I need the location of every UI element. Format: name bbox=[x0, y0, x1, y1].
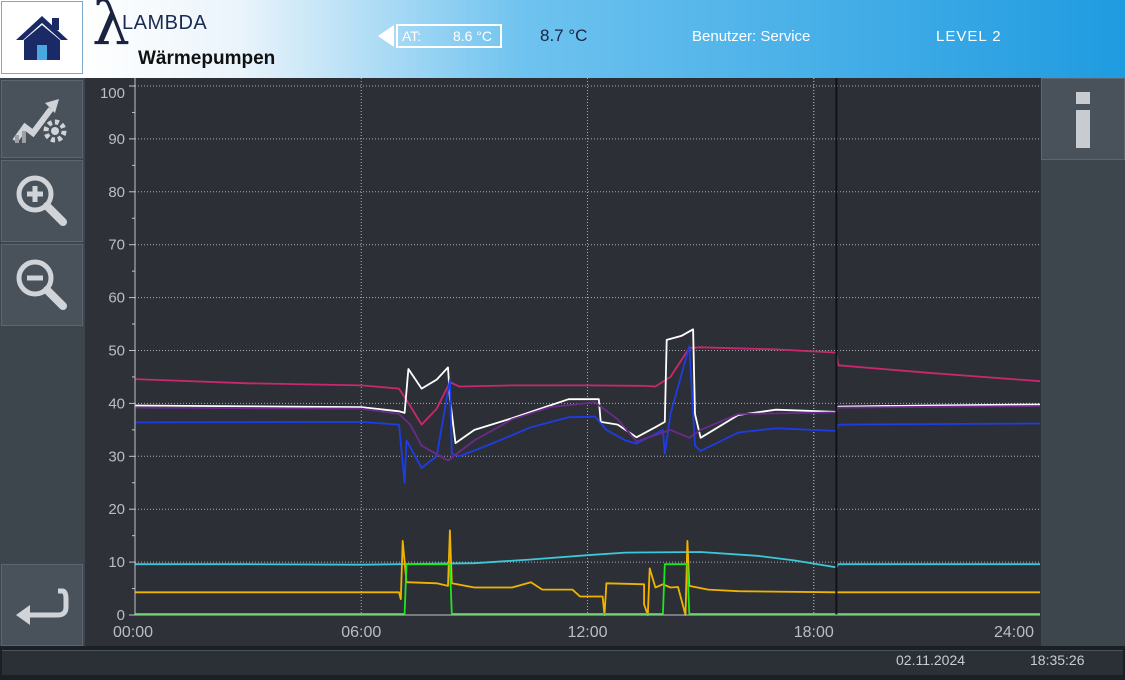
chart-grid bbox=[135, 78, 1040, 615]
y-tick-label: 30 bbox=[108, 448, 125, 465]
right-toolbar bbox=[1041, 78, 1125, 646]
access-level: LEVEL 2 bbox=[936, 28, 1002, 45]
zoom-in-icon bbox=[16, 175, 67, 226]
y-tick-label: 50 bbox=[108, 343, 125, 360]
brand-logo: λ LAMBDA Wärmepumpen bbox=[92, 0, 322, 74]
chart-settings-icon bbox=[12, 99, 67, 143]
x-tick-label: 12:00 bbox=[567, 624, 607, 641]
info-button[interactable] bbox=[1041, 78, 1125, 160]
home-button[interactable] bbox=[1, 1, 83, 74]
user-info: Benutzer: Service bbox=[692, 28, 811, 45]
brand-name: LAMBDA bbox=[122, 12, 208, 34]
y-tick-label: 0 bbox=[117, 607, 125, 624]
y-tick-label: 10 bbox=[108, 554, 125, 571]
back-arrow-icon bbox=[16, 588, 69, 625]
y-tick-label: 60 bbox=[108, 290, 125, 307]
secondary-temp-value: 8.7 °C bbox=[540, 26, 588, 45]
home-icon bbox=[16, 16, 68, 60]
outdoor-temp-box: AT: 8.6 °C bbox=[396, 24, 502, 48]
y-tick-label: 90 bbox=[108, 131, 125, 148]
header-bar: λ LAMBDA Wärmepumpen AT: 8.6 °C 8.7 °C B… bbox=[0, 0, 1125, 78]
x-tick-label: 00:00 bbox=[113, 624, 153, 641]
zoom-out-icon bbox=[16, 259, 67, 310]
x-tick-label: 18:00 bbox=[794, 624, 834, 641]
outdoor-temp-value: 8.6 °C bbox=[452, 28, 492, 44]
outdoor-temp-label: AT: bbox=[402, 28, 422, 44]
y-tick-label: 70 bbox=[108, 237, 125, 254]
brand-subtitle: Wärmepumpen bbox=[138, 48, 276, 69]
back-button[interactable] bbox=[1, 564, 83, 646]
y-tick-label: 40 bbox=[108, 395, 125, 412]
status-time: 18:35:26 bbox=[1030, 652, 1085, 668]
y-tick-label: 100 bbox=[100, 85, 125, 102]
chart-settings-button[interactable] bbox=[1, 80, 83, 158]
y-tick-label: 80 bbox=[108, 184, 125, 201]
y-tick-label: 20 bbox=[108, 501, 125, 518]
zoom-in-button[interactable] bbox=[1, 160, 83, 242]
x-tick-label: 24:00 bbox=[994, 624, 1034, 641]
info-icon bbox=[1076, 92, 1090, 148]
x-tick-label: 06:00 bbox=[341, 624, 381, 641]
chart-area: 0 10 20 30 40 50 60 70 80 90 100 00:00 06:00 12:00 18:… bbox=[85, 78, 1041, 646]
trend-chart[interactable]: 0 10 20 30 40 50 60 70 80 90 100 00:00 06:00 12:00 18:… bbox=[85, 78, 1041, 646]
status-date: 02.11.2024 bbox=[896, 652, 966, 668]
zoom-out-button[interactable] bbox=[1, 244, 83, 326]
outdoor-temp-arrow-icon bbox=[378, 25, 394, 47]
left-toolbar bbox=[0, 78, 85, 646]
status-bar: 02.11.2024 18:35:26 bbox=[0, 646, 1125, 680]
